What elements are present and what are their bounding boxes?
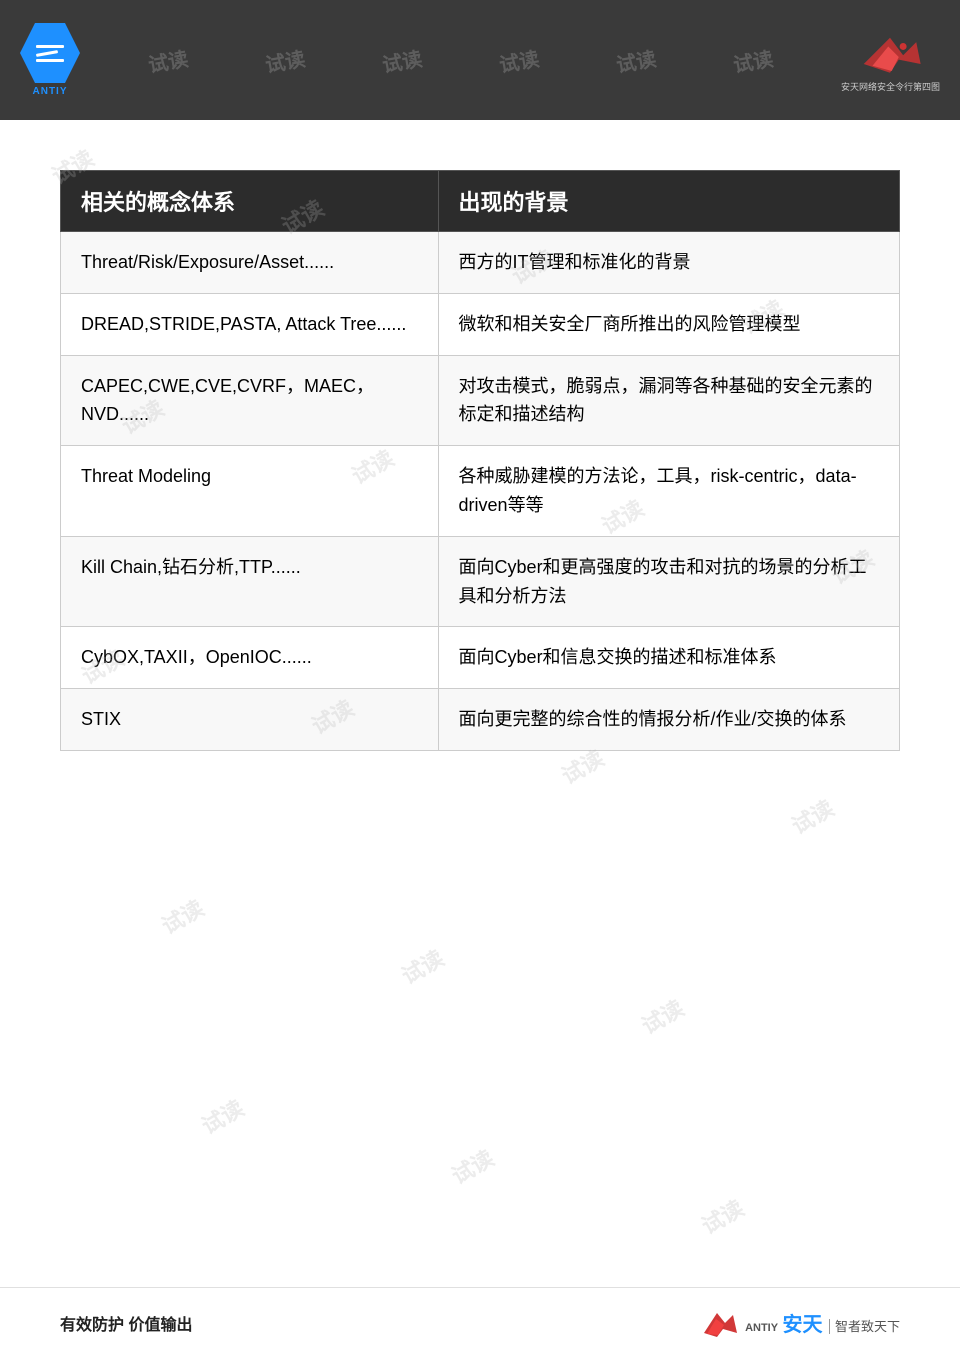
footer-logo-text-block: ANTIY 安天 智者致天下 <box>745 1308 900 1337</box>
table-cell-col1-0: Threat/Risk/Exposure/Asset...... <box>61 232 439 294</box>
header-watermarks: 试读 试读 试读 试读 试读 试读 <box>80 46 841 75</box>
header-subtitle: 安天网络安全令行第四图 <box>841 80 940 93</box>
wm-16: 试读 <box>195 1091 249 1141</box>
footer-antiy: ANTIY <box>745 1322 778 1334</box>
header-right-logo-svg <box>855 28 925 78</box>
table-row: CAPEC,CWE,CVE,CVRF，MAEC，NVD......对攻击模式，脆… <box>61 355 900 446</box>
footer-logo-sub: 智者致天下 <box>829 1319 900 1334</box>
footer-left-text: 有效防护 价值输出 <box>60 1311 192 1335</box>
wm-17: 试读 <box>445 1141 499 1191</box>
table-row: Kill Chain,钻石分析,TTP......面向Cyber和更高强度的攻击… <box>61 536 900 627</box>
table-cell-col2-0: 西方的IT管理和标准化的背景 <box>438 232 899 294</box>
footer-logo-main: 安天 <box>783 1314 823 1336</box>
table-cell-col2-3: 各种威胁建模的方法论，工具，risk-centric，data-driven等等 <box>438 446 899 537</box>
header-wm-4: 试读 <box>497 42 541 78</box>
logo-label: ANTIY <box>33 86 68 97</box>
table-cell-col1-4: Kill Chain,钻石分析,TTP...... <box>61 536 439 627</box>
table-cell-col2-5: 面向Cyber和信息交换的描述和标准体系 <box>438 627 899 689</box>
table-cell-col2-1: 微软和相关安全厂商所推出的风险管理模型 <box>438 293 899 355</box>
main-content: 相关的概念体系 出现的背景 Threat/Risk/Exposure/Asset… <box>0 120 960 771</box>
footer-right: ANTIY 安天 智者致天下 <box>699 1305 900 1340</box>
table-row: Threat/Risk/Exposure/Asset......西方的IT管理和… <box>61 232 900 294</box>
table-cell-col1-1: DREAD,STRIDE,PASTA, Attack Tree...... <box>61 293 439 355</box>
table-cell-col1-2: CAPEC,CWE,CVE,CVRF，MAEC，NVD...... <box>61 355 439 446</box>
table-cell-col1-6: STIX <box>61 689 439 751</box>
table-row: Threat Modeling各种威胁建模的方法论，工具，risk-centri… <box>61 446 900 537</box>
footer-logo-icon <box>699 1305 739 1340</box>
logo-block: ANTIY <box>20 23 80 97</box>
wm-12: 试读 <box>785 791 839 841</box>
header: ANTIY 试读 试读 试读 试读 试读 试读 安天网络安全令行第四图 <box>0 0 960 120</box>
table-cell-col2-6: 面向更完整的综合性的情报分析/作业/交换的体系 <box>438 689 899 751</box>
logo-line-2 <box>36 50 58 57</box>
col1-header: 相关的概念体系 <box>61 171 439 232</box>
table-cell-col2-2: 对攻击模式，脆弱点，漏洞等各种基础的安全元素的标定和描述结构 <box>438 355 899 446</box>
table-cell-col2-4: 面向Cyber和更高强度的攻击和对抗的场景的分析工具和分析方法 <box>438 536 899 627</box>
header-wm-2: 试读 <box>263 42 307 78</box>
table-row: STIX面向更完整的综合性的情报分析/作业/交换的体系 <box>61 689 900 751</box>
table-cell-col1-3: Threat Modeling <box>61 446 439 537</box>
logo-line-3 <box>36 59 64 62</box>
logo-line-1 <box>36 45 64 48</box>
table-row: DREAD,STRIDE,PASTA, Attack Tree......微软和… <box>61 293 900 355</box>
logo-lines <box>28 37 72 70</box>
wm-13: 试读 <box>155 891 209 941</box>
header-wm-1: 试读 <box>146 42 190 78</box>
table-cell-col1-5: CybOX,TAXII，OpenIOC...... <box>61 627 439 689</box>
header-wm-5: 试读 <box>614 42 658 78</box>
wm-14: 试读 <box>395 941 449 991</box>
wm-15: 试读 <box>635 991 689 1041</box>
header-wm-6: 试读 <box>730 42 774 78</box>
wm-18: 试读 <box>695 1191 749 1241</box>
col2-header: 出现的背景 <box>438 171 899 232</box>
header-right: 安天网络安全令行第四图 <box>841 28 940 93</box>
concept-table: 相关的概念体系 出现的背景 Threat/Risk/Exposure/Asset… <box>60 170 900 751</box>
header-wm-3: 试读 <box>380 42 424 78</box>
table-row: CybOX,TAXII，OpenIOC......面向Cyber和信息交换的描述… <box>61 627 900 689</box>
footer: 有效防护 价值输出 ANTIY 安天 智者致天下 <box>0 1287 960 1357</box>
logo-hexagon <box>20 23 80 83</box>
